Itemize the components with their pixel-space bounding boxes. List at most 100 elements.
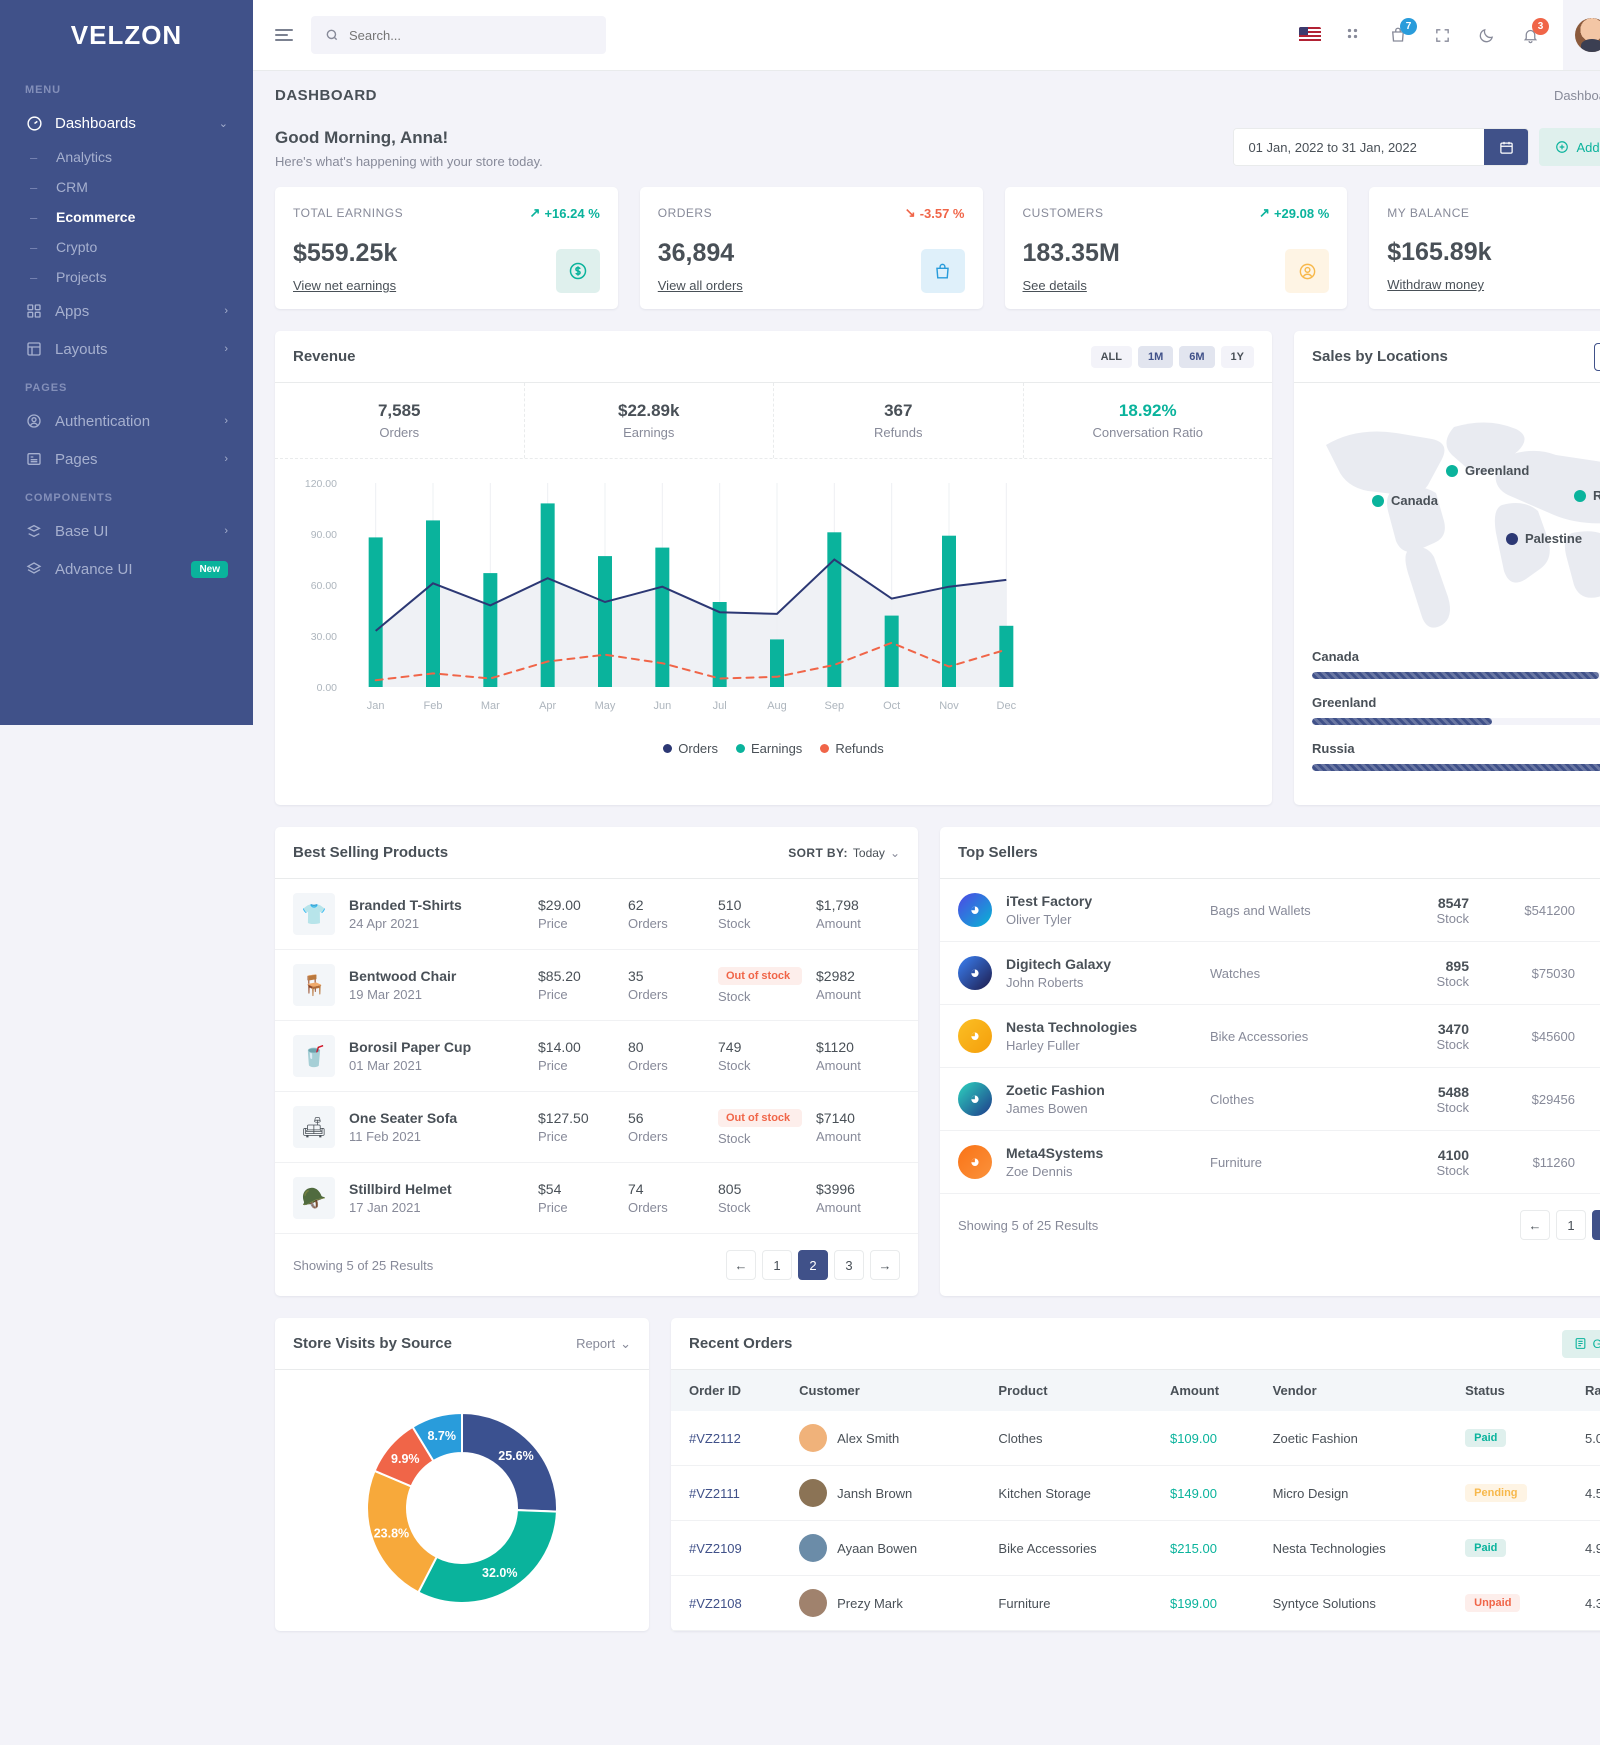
cart-icon[interactable]: 7 <box>1379 16 1418 54</box>
order-id-link[interactable]: #VZ2109 <box>689 1541 742 1556</box>
generate-report-button[interactable]: Generate Report <box>1561 1329 1600 1358</box>
report-dropdown[interactable]: Report ⌄ <box>576 1336 631 1352</box>
map-pin-russia[interactable]: Russia <box>1574 488 1600 503</box>
page-3-button[interactable]: 3 <box>834 1250 864 1280</box>
language-selector[interactable] <box>1291 16 1329 54</box>
sidebar-item-apps[interactable]: Apps › <box>0 292 253 330</box>
add-product-button[interactable]: Add Product <box>1539 128 1600 166</box>
table-row[interactable]: 👕 Branded T-Shirts 24 Apr 2021 $29.00 Price 6… <box>275 879 918 950</box>
page-2-button[interactable]: 2 <box>798 1250 828 1280</box>
map-pin-greenland[interactable]: Greenland <box>1446 463 1529 478</box>
order-id-link[interactable]: #VZ2108 <box>689 1596 742 1611</box>
date-range-input[interactable] <box>1234 129 1485 165</box>
table-row[interactable]: #VZ2108 Prezy Mark Furniture $199.00 Syntyce… <box>671 1575 1600 1631</box>
table-row[interactable]: ◕ Digitech Galaxy John Roberts Watches 895 St… <box>940 942 1600 1005</box>
table-row[interactable]: 🛋 One Seater Sofa 11 Feb 2021 $127.50 Price 5… <box>275 1092 918 1163</box>
order-id-link[interactable]: #VZ2112 <box>689 1431 741 1446</box>
revenue-summary-refunds: 367 Refunds <box>774 383 1024 458</box>
table-row[interactable]: ◕ Nesta Technologies Harley Fuller Bike Acc… <box>940 1005 1600 1068</box>
amount-value: $1120 <box>816 1039 854 1055</box>
column-product: Product <box>986 1370 1158 1411</box>
product-info: One Seater Sofa 11 Feb 2021 <box>349 1110 524 1144</box>
sidebar-item-ecommerce[interactable]: – Ecommerce <box>0 202 253 232</box>
page-1-button[interactable]: 1 <box>762 1250 792 1280</box>
table-row[interactable]: #VZ2109 Ayaan Bowen Bike Accessories $215.0… <box>671 1520 1600 1576</box>
fullscreen-icon[interactable] <box>1423 16 1461 54</box>
sidebar-item-projects[interactable]: – Projects <box>0 262 253 292</box>
page-prev-button[interactable]: ← <box>1520 1210 1550 1240</box>
legend-dot <box>820 744 830 753</box>
chevron-right-icon: › <box>224 415 228 427</box>
chevron-down-icon: ⌄ <box>218 117 228 130</box>
apps-grid-icon[interactable] <box>1335 16 1373 54</box>
search-input[interactable] <box>349 27 592 43</box>
brand-logo[interactable]: VELZON <box>0 0 253 70</box>
sidebar-item-advance-ui[interactable]: Advance UI New <box>0 550 253 588</box>
export-report-button[interactable]: Export Report <box>1593 342 1600 371</box>
table-row[interactable]: 🪑 Bentwood Chair 19 Mar 2021 $85.20 Price 35 O… <box>275 950 918 1021</box>
menu-toggle-icon[interactable] <box>275 29 295 41</box>
price-value: $14.00 <box>538 1039 581 1055</box>
user-profile-menu[interactable]: Anna Adame Founder <box>1563 0 1600 70</box>
revenue-chart-svg: 0.00 30.00 60.00 90.00 120.00 Jan Feb Mar Apr May… <box>305 478 1017 712</box>
range-filter-6m[interactable]: 6M <box>1179 345 1215 368</box>
table-header-row: Order ID Customer Product Amount Vendor … <box>671 1370 1600 1411</box>
location-progress-list: Canada 75% Greenland 47% <box>1294 641 1600 805</box>
product-thumbnail: 🪑 <box>293 964 335 1006</box>
legend-item-orders[interactable]: Orders <box>663 741 718 756</box>
map-pin-palestine[interactable]: Palestine <box>1506 531 1582 546</box>
svg-text:8.7%: 8.7% <box>428 1429 457 1443</box>
stat-link[interactable]: Withdraw money <box>1387 277 1484 292</box>
svg-text:120.00: 120.00 <box>305 478 337 490</box>
dark-mode-icon[interactable] <box>1467 16 1505 54</box>
table-row[interactable]: 🥤 Borosil Paper Cup 01 Mar 2021 $14.00 Price… <box>275 1021 918 1092</box>
breadcrumb-parent[interactable]: Dashboards <box>1554 88 1600 103</box>
stat-card-total-earnings: TOTAL EARNINGS ↗ +16.24 % $559.25k View … <box>275 187 618 309</box>
seller-info: Digitech Galaxy John Roberts <box>1006 956 1196 990</box>
range-filter-1m[interactable]: 1M <box>1137 345 1174 368</box>
legend-item-refunds[interactable]: Refunds <box>820 741 884 756</box>
calendar-icon[interactable] <box>1484 129 1529 165</box>
sidebar-item-pages[interactable]: Pages › <box>0 440 253 478</box>
out-of-stock-badge: Out of stock <box>718 1108 802 1127</box>
table-row[interactable]: #VZ2111 Jansh Brown Kitchen Storage $149.00… <box>671 1465 1600 1521</box>
sidebar-item-dashboards[interactable]: Dashboards ⌄ <box>0 104 253 142</box>
page-next-button[interactable]: → <box>870 1250 900 1280</box>
cell-product: Furniture <box>986 1575 1158 1631</box>
range-filter-all[interactable]: ALL <box>1090 345 1132 368</box>
table-row[interactable]: ◕ Meta4Systems Zoe Dennis Furniture 4100 Stoc… <box>940 1131 1600 1194</box>
sort-by-dropdown[interactable]: SORT BY: Today ⌄ <box>788 846 900 860</box>
stat-label: MY BALANCE <box>1387 205 1470 220</box>
seller-info: Zoetic Fashion James Bowen <box>1006 1082 1196 1116</box>
table-row[interactable]: 🪖 Stillbird Helmet 17 Jan 2021 $54 Price 74 Or… <box>275 1163 918 1234</box>
order-id-link[interactable]: #VZ2111 <box>689 1486 740 1501</box>
stat-link[interactable]: View net earnings <box>293 278 396 293</box>
date-range-picker[interactable] <box>1233 128 1530 166</box>
legend-item-earnings[interactable]: Earnings <box>736 741 802 756</box>
page-1-button[interactable]: 1 <box>1556 1210 1586 1240</box>
search-box[interactable] <box>311 16 606 54</box>
sidebar-item-crypto[interactable]: – Crypto <box>0 232 253 262</box>
product-amount-cell: $7140 Amount <box>816 1110 900 1144</box>
sidebar-item-authentication[interactable]: Authentication › <box>0 402 253 440</box>
stat-link[interactable]: View all orders <box>658 278 743 293</box>
table-row[interactable]: ◕ iTest Factory Oliver Tyler Bags and Walle… <box>940 879 1600 942</box>
sidebar-item-label: Authentication <box>55 412 151 430</box>
map-pin-canada[interactable]: Canada <box>1372 493 1438 508</box>
sidebar-item-analytics[interactable]: – Analytics <box>0 142 253 172</box>
page-2-button[interactable]: 2 <box>1592 1210 1600 1240</box>
dashboard-content: Good Morning, Anna! Here's what's happen… <box>253 120 1600 1631</box>
table-row[interactable]: #VZ2112 Alex Smith Clothes $109.00 Zoetic Fa… <box>671 1411 1600 1466</box>
layout-icon <box>25 340 43 358</box>
sidebar-item-layouts[interactable]: Layouts › <box>0 330 253 368</box>
notifications-icon[interactable]: 3 <box>1511 16 1550 54</box>
page-prev-button[interactable]: ← <box>726 1250 756 1280</box>
stat-link[interactable]: See details <box>1023 278 1087 293</box>
range-filter-1y[interactable]: 1Y <box>1220 345 1254 368</box>
stat-value: $165.89k <box>1387 238 1492 266</box>
sidebar-section-menu: MENU <box>25 84 61 96</box>
greeting-row: Good Morning, Anna! Here's what's happen… <box>275 128 1600 169</box>
table-row[interactable]: ◕ Zoetic Fashion James Bowen Clothes 5488 Sto… <box>940 1068 1600 1131</box>
sidebar-item-crm[interactable]: – CRM <box>0 172 253 202</box>
sidebar-item-base-ui[interactable]: Base UI › <box>0 512 253 550</box>
